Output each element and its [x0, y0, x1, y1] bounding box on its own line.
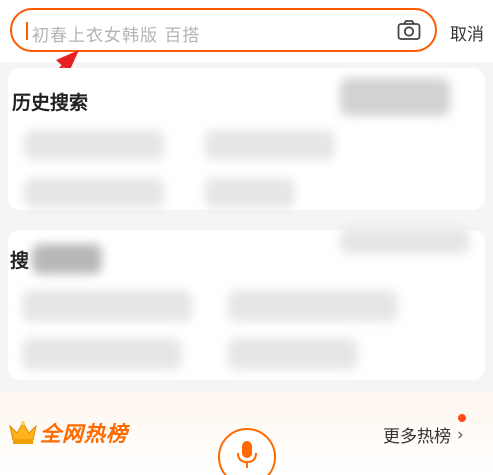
history-item[interactable] — [24, 178, 164, 208]
hot-list-title: 全网热榜 — [40, 422, 128, 446]
history-item[interactable] — [24, 130, 164, 160]
discover-title: 搜 — [10, 250, 30, 272]
history-item[interactable] — [205, 130, 335, 160]
microphone-icon — [237, 441, 257, 468]
search-placeholder: 初春上衣女韩版 百搭 — [32, 26, 201, 46]
discover-item[interactable] — [228, 290, 398, 322]
discover-item[interactable] — [22, 290, 192, 322]
notification-dot — [458, 414, 466, 422]
history-title: 历史搜索 — [12, 92, 89, 114]
more-hot-button[interactable]: 更多热榜 › — [383, 422, 464, 448]
discover-action[interactable] — [340, 228, 470, 254]
text-cursor — [26, 22, 28, 40]
more-hot-label: 更多热榜 — [383, 427, 451, 447]
chevron-right-icon: › — [457, 424, 464, 445]
discover-item[interactable] — [228, 338, 358, 370]
discover-item[interactable] — [22, 338, 182, 370]
crown-icon — [9, 421, 37, 444]
history-item[interactable] — [205, 178, 295, 208]
camera-icon[interactable] — [397, 19, 421, 41]
search-input[interactable]: 初春上衣女韩版 百搭 — [10, 8, 437, 52]
cancel-button[interactable]: 取消 — [450, 20, 484, 45]
hot-list-logo: 全网热榜 — [8, 418, 128, 448]
blurred-avatar — [340, 78, 450, 116]
blurred-title — [32, 244, 102, 274]
